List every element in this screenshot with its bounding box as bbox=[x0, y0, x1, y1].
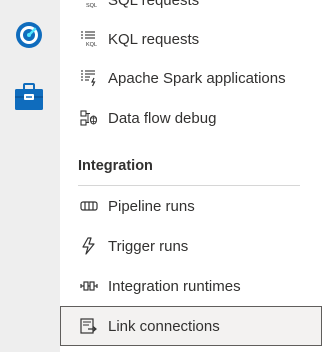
sql-list-icon: SQL bbox=[80, 0, 98, 9]
dataflow-debug-icon bbox=[80, 109, 98, 127]
menu-item-link-connections[interactable]: Link connections bbox=[60, 306, 322, 346]
menu-item-label: Trigger runs bbox=[108, 237, 189, 255]
menu-item-sql-requests[interactable]: SQL SQL requests bbox=[60, 0, 322, 20]
toolbox-icon bbox=[15, 83, 43, 110]
menu-item-label: KQL requests bbox=[108, 30, 200, 48]
menu-item-pipeline-runs[interactable]: Pipeline runs bbox=[60, 186, 322, 226]
spark-list-icon bbox=[80, 69, 98, 87]
trigger-icon bbox=[80, 237, 98, 255]
menu-item-spark-applications[interactable]: Apache Spark applications bbox=[60, 58, 322, 98]
integration-section-title: Integration bbox=[78, 158, 153, 174]
kql-list-icon: KQL bbox=[80, 30, 98, 48]
svg-text:SQL: SQL bbox=[86, 3, 97, 9]
menu-item-kql-requests[interactable]: KQL KQL requests bbox=[60, 19, 322, 59]
monitor-hub-button[interactable] bbox=[8, 14, 50, 56]
nav-rail bbox=[0, 0, 60, 352]
runtime-icon bbox=[80, 277, 98, 295]
svg-text:KQL: KQL bbox=[86, 42, 97, 48]
gauge-icon bbox=[16, 22, 42, 48]
manage-hub-button[interactable] bbox=[8, 76, 50, 118]
menu-item-label: Integration runtimes bbox=[108, 277, 241, 295]
menu-item-trigger-runs[interactable]: Trigger runs bbox=[60, 226, 322, 266]
pipeline-icon bbox=[80, 197, 98, 215]
menu-item-data-flow-debug[interactable]: Data flow debug bbox=[60, 98, 322, 138]
menu-item-label: Apache Spark applications bbox=[108, 69, 286, 87]
menu-item-label: Data flow debug bbox=[108, 109, 217, 127]
menu-item-label: Pipeline runs bbox=[108, 197, 195, 215]
menu-item-label: SQL requests bbox=[108, 0, 200, 9]
monitor-menu-panel: SQL SQL requests KQL KQL requests Apache… bbox=[60, 0, 322, 352]
menu-item-integration-runtimes[interactable]: Integration runtimes bbox=[60, 266, 322, 306]
link-connection-icon bbox=[80, 317, 98, 335]
menu-item-label: Link connections bbox=[108, 317, 220, 335]
